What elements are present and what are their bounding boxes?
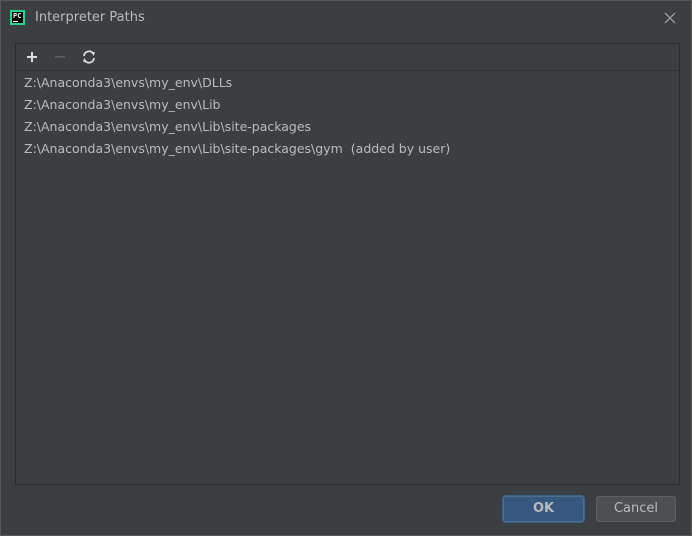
path-text: Z:\Anaconda3\envs\my_env\Lib [24, 97, 221, 112]
paths-list[interactable]: Z:\Anaconda3\envs\my_env\DLLs Z:\Anacond… [16, 71, 679, 484]
interpreter-paths-dialog: PC Interpreter Paths Z:\Anaconda3\envs\m… [0, 0, 692, 536]
close-icon[interactable] [661, 9, 679, 27]
pycharm-icon-text: PC [13, 12, 22, 20]
plus-icon[interactable] [23, 48, 41, 66]
pycharm-icon: PC [10, 10, 25, 25]
path-text: Z:\Anaconda3\envs\my_env\Lib\site-packag… [24, 119, 312, 134]
cancel-button[interactable]: Cancel [596, 496, 676, 522]
list-item[interactable]: Z:\Anaconda3\envs\my_env\Lib\site-packag… [24, 138, 450, 160]
list-item[interactable]: Z:\Anaconda3\envs\my_env\DLLs [24, 72, 232, 94]
ok-button[interactable]: OK [503, 496, 584, 522]
path-source-note: (added by user) [350, 141, 451, 156]
paths-panel: Z:\Anaconda3\envs\my_env\DLLs Z:\Anacond… [15, 43, 680, 485]
minus-icon[interactable] [51, 48, 69, 66]
path-text: Z:\Anaconda3\envs\my_env\DLLs [24, 75, 233, 90]
window-title: Interpreter Paths [35, 10, 145, 25]
title-bar: PC Interpreter Paths [1, 1, 691, 35]
list-item[interactable]: Z:\Anaconda3\envs\my_env\Lib\site-packag… [24, 116, 311, 138]
path-text: Z:\Anaconda3\envs\my_env\Lib\site-packag… [24, 141, 343, 156]
paths-toolbar [16, 44, 679, 71]
refresh-icon[interactable] [80, 48, 98, 66]
list-item[interactable]: Z:\Anaconda3\envs\my_env\Lib [24, 94, 220, 116]
